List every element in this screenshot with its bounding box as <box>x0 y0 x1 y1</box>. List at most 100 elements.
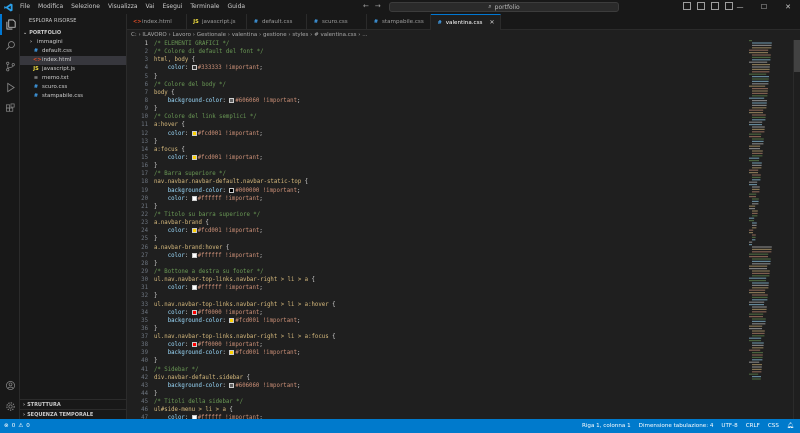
scrollbar-thumb[interactable] <box>794 40 800 72</box>
minimap-line <box>752 68 770 70</box>
extensions-icon[interactable] <box>0 98 20 119</box>
file-tree-item[interactable]: # default.css <box>20 47 126 56</box>
error-icon[interactable]: ⊗ <box>4 423 9 429</box>
code-editor[interactable]: 1 /* ELEMENTI GRAFICI */ 2 /* Colore di def… <box>127 40 747 419</box>
code-text: div.navbar-default.sidebar { <box>148 374 250 382</box>
color-swatch-icon[interactable] <box>191 195 197 201</box>
menu-item-terminale[interactable]: Terminale <box>186 0 223 14</box>
menu-item-vai[interactable]: Vai <box>142 0 159 14</box>
code-token: color <box>167 252 185 259</box>
tab-default-css[interactable]: # default.css <box>247 14 307 30</box>
notifications-bell-icon[interactable]: 🔔︎ <box>787 423 794 429</box>
color-swatch-icon[interactable] <box>191 130 197 136</box>
close-icon[interactable]: ✕ <box>776 0 800 14</box>
code-line: 37 ul.nav.navbar-top-links.navbar-right >… <box>127 333 747 341</box>
minimap-line <box>749 265 768 267</box>
file-tree-item[interactable]: # stampabile.css <box>20 92 126 101</box>
color-swatch-icon[interactable] <box>229 97 235 103</box>
code-token: } <box>154 325 158 332</box>
outline-section[interactable]: › STRUTTURA <box>20 399 127 409</box>
minimap-line <box>749 97 765 99</box>
color-swatch-icon[interactable] <box>229 317 235 323</box>
toggle-secondary-sidebar-icon[interactable] <box>711 2 719 10</box>
tab-index-html[interactable]: <> index.html <box>127 14 187 30</box>
file-tree-item[interactable]: › immagini <box>20 38 126 47</box>
explorer-icon[interactable] <box>0 14 20 35</box>
tab-valentina-css[interactable]: # valentina.css ✕ <box>430 14 502 30</box>
color-swatch-icon[interactable] <box>191 309 197 315</box>
forward-arrow-icon[interactable]: → <box>375 2 381 10</box>
language-mode[interactable]: CSS <box>768 423 779 429</box>
file-tree-item[interactable]: <> index.html <box>20 56 126 65</box>
code-token: ; <box>259 130 263 137</box>
chevron-down-icon: ⌄ <box>23 30 28 36</box>
tab-label: javascript.js <box>202 19 236 25</box>
menu-item-modifica[interactable]: Modifica <box>34 0 67 14</box>
code-token: #000000 !important <box>235 187 297 194</box>
file-tree-item[interactable]: ≡ memo.txt <box>20 74 126 83</box>
toggle-sidebar-icon[interactable] <box>683 2 691 10</box>
settings-gear-icon[interactable] <box>0 396 20 417</box>
command-center-search[interactable]: ⌕ portfolio <box>389 2 619 12</box>
tab-scuro-css[interactable]: # scuro.css <box>307 14 367 30</box>
color-swatch-icon[interactable] <box>191 342 197 348</box>
color-swatch-icon[interactable] <box>191 252 197 258</box>
code-token: : <box>184 309 192 316</box>
timeline-section[interactable]: › SEQUENZA TEMPORALE <box>20 409 127 419</box>
menu-item-visualizza[interactable]: Visualizza <box>104 0 142 14</box>
line-number: 12 <box>141 130 148 137</box>
color-swatch-icon[interactable] <box>229 187 235 193</box>
minimap-line <box>752 66 770 68</box>
file-tree-item[interactable]: JS javascript.js <box>20 65 126 74</box>
code-text: } <box>148 325 157 333</box>
toggle-panel-icon[interactable] <box>697 2 705 10</box>
source-control-icon[interactable] <box>0 56 20 77</box>
indentation[interactable]: Dimensione tabulazione: 4 <box>639 423 714 429</box>
minimap-line <box>752 116 766 118</box>
warning-count[interactable]: 0 <box>26 423 30 429</box>
menu-item-selezione[interactable]: Selezione <box>67 0 104 14</box>
tab-stampabile-css[interactable]: # stampabile.css <box>367 14 431 30</box>
menu-item-esegui[interactable]: Esegui <box>159 0 187 14</box>
line-number: 38 <box>141 342 148 349</box>
search-icon[interactable] <box>0 35 20 56</box>
run-debug-icon[interactable] <box>0 77 20 98</box>
code-line: 28} <box>127 260 747 268</box>
color-swatch-icon[interactable] <box>191 65 197 71</box>
warning-icon[interactable]: ⚠ <box>18 423 23 429</box>
line-number: 32 <box>141 293 148 300</box>
minimap-line <box>752 299 768 301</box>
color-swatch-icon[interactable] <box>191 228 197 234</box>
minimap-line <box>752 119 766 121</box>
minimap-line <box>749 193 757 195</box>
breadcrumb[interactable]: C: › ILAVORO › Lavoro › Gestionale › val… <box>127 30 800 40</box>
minimap-line <box>752 371 762 373</box>
menu-item-guida[interactable]: Guida <box>223 0 249 14</box>
minimize-icon[interactable]: — <box>728 0 752 14</box>
color-swatch-icon[interactable] <box>191 285 197 291</box>
vertical-scrollbar[interactable] <box>793 40 800 419</box>
tab-javascript-js[interactable]: JS javascript.js <box>187 14 247 30</box>
code-token: #fcd001 !important <box>235 317 297 324</box>
maximize-icon[interactable]: ☐ <box>752 0 776 14</box>
encoding[interactable]: UTF-8 <box>721 423 737 429</box>
error-count[interactable]: 0 <box>12 423 16 429</box>
line-ending[interactable]: CRLF <box>746 423 760 429</box>
account-icon[interactable] <box>0 375 20 396</box>
cursor-position[interactable]: Riga 1, colonna 1 <box>582 423 631 429</box>
close-tab-icon[interactable]: ✕ <box>489 19 494 26</box>
file-tree-item[interactable]: # scuro.css <box>20 83 126 92</box>
back-arrow-icon[interactable]: ← <box>363 2 369 10</box>
minimap-line <box>752 356 763 358</box>
color-swatch-icon[interactable] <box>229 350 235 356</box>
minimap-line <box>752 263 771 265</box>
folder-header[interactable]: ⌄ PORTFOLIO <box>20 28 126 38</box>
menu-item-file[interactable]: File <box>16 0 34 14</box>
minimap[interactable] <box>747 40 793 419</box>
color-swatch-icon[interactable] <box>191 154 197 160</box>
line-number: 28 <box>141 260 148 267</box>
color-swatch-icon[interactable] <box>229 382 235 388</box>
